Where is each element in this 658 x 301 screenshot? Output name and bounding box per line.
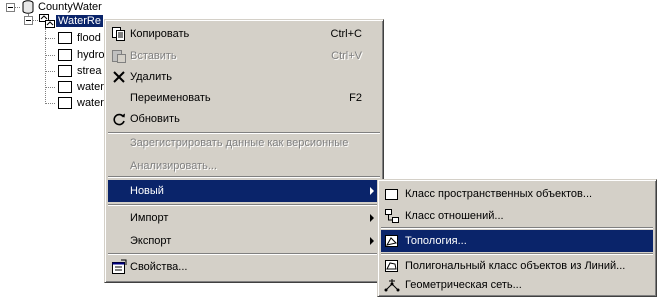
topology-icon xyxy=(384,233,400,249)
tree-item-label: flood xyxy=(77,32,101,44)
tree-item-dataset[interactable]: WaterRe xyxy=(56,13,103,29)
menu-item-label: Геометрическая сеть... xyxy=(405,279,522,291)
submenu-item-feature-class[interactable]: Класс пространственных объектов... xyxy=(381,183,653,205)
menu-item-label: Экспорт xyxy=(130,235,172,247)
menu-item-label: Класс отношений... xyxy=(405,210,504,222)
feature-class-icon xyxy=(58,81,72,93)
shortcut-label: F2 xyxy=(349,92,362,104)
copy-icon xyxy=(111,26,127,42)
tree-item-label: water xyxy=(77,97,104,109)
tree-item-label: water xyxy=(77,81,104,93)
tree-connector xyxy=(45,71,55,72)
tree-item-child[interactable]: water xyxy=(77,79,104,95)
menu-item-delete[interactable]: Удалить xyxy=(108,66,380,88)
line-feature-icon xyxy=(58,65,72,77)
menu-item-new[interactable]: Новый xyxy=(108,180,380,202)
submenu-item-relationship-class[interactable]: Класс отношений... xyxy=(381,205,653,227)
menu-item-label: Переименовать xyxy=(130,92,211,104)
properties-icon xyxy=(111,259,127,275)
submenu-new: Класс пространственных объектов... Класс… xyxy=(377,179,657,297)
shortcut-label: Ctrl+C xyxy=(330,28,362,40)
tree-connector xyxy=(45,28,46,104)
menu-item-label: Обновить xyxy=(130,113,180,125)
menu-item-label: Импорт xyxy=(130,212,169,224)
tree-item-label: hydro xyxy=(77,49,105,61)
polygon-from-lines-icon xyxy=(384,258,400,274)
menu-item-label: Топология... xyxy=(405,235,467,247)
tree-connector xyxy=(45,55,55,56)
menu-item-properties[interactable]: Свойства... xyxy=(108,256,380,278)
paste-icon xyxy=(111,48,127,64)
refresh-icon xyxy=(111,111,127,127)
relationship-class-icon xyxy=(384,208,400,224)
menu-item-label: Новый xyxy=(130,185,164,197)
submenu-arrow-icon xyxy=(370,187,374,195)
menu-item-label: Свойства... xyxy=(130,261,188,273)
menu-item-import[interactable]: Импорт xyxy=(108,207,380,229)
tree-item-child[interactable]: hydro xyxy=(77,47,105,63)
menu-item-label: Анализировать... xyxy=(130,160,218,172)
menu-item-label: Копировать xyxy=(130,28,190,40)
tree-item-child[interactable]: strea xyxy=(77,63,101,79)
menu-item-label: Класс пространственных объектов... xyxy=(405,188,593,200)
menu-separator xyxy=(108,176,380,178)
menu-item-paste[interactable]: Вставить Ctrl+V xyxy=(108,45,380,67)
tree-item-label: CountyWater xyxy=(38,1,102,13)
dataset-collapse-toggle[interactable] xyxy=(24,16,33,25)
menu-item-label: Вставить xyxy=(130,50,177,62)
menu-item-register-versioned[interactable]: Зарегистрировать данные как версионные xyxy=(108,132,380,154)
tree-connector xyxy=(45,103,55,104)
tree-connector xyxy=(45,38,55,39)
database-icon xyxy=(22,0,34,14)
submenu-arrow-icon xyxy=(370,237,374,245)
menu-item-label: Зарегистрировать данные как версионные xyxy=(130,137,349,149)
tree-connector xyxy=(15,7,20,8)
menu-item-export[interactable]: Экспорт xyxy=(108,230,380,252)
geometric-network-icon xyxy=(384,277,400,293)
root-collapse-toggle[interactable] xyxy=(6,3,15,12)
menu-item-copy[interactable]: Копировать Ctrl+C xyxy=(108,23,380,45)
tree-connector xyxy=(45,87,55,88)
tree-item-label: strea xyxy=(77,65,102,77)
shortcut-label: Ctrl+V xyxy=(331,50,362,62)
menu-separator xyxy=(381,227,653,229)
tree-item-child[interactable]: flood xyxy=(77,30,101,46)
feature-class-icon xyxy=(384,186,400,202)
feature-dataset-icon xyxy=(39,14,55,28)
menu-item-rename[interactable]: Переименовать F2 xyxy=(108,87,380,109)
feature-class-icon xyxy=(58,97,72,109)
submenu-item-geometric-network[interactable]: Геометрическая сеть... xyxy=(381,274,653,296)
tree-item-child[interactable]: water xyxy=(77,95,104,111)
menu-item-refresh[interactable]: Обновить xyxy=(108,108,380,130)
point-feature-icon xyxy=(58,49,72,61)
menu-item-analyze[interactable]: Анализировать... xyxy=(108,155,380,177)
submenu-item-topology[interactable]: Топология... xyxy=(381,230,653,252)
feature-class-icon xyxy=(58,32,72,44)
submenu-arrow-icon xyxy=(370,214,374,222)
delete-icon xyxy=(111,69,127,85)
menu-separator xyxy=(108,253,380,255)
menu-separator xyxy=(108,204,380,206)
tree-connector xyxy=(33,20,38,21)
tree-item-label: WaterRe xyxy=(56,15,103,27)
menu-item-label: Удалить xyxy=(130,71,172,83)
context-menu: Копировать Ctrl+C Вставить Ctrl+V Удалит… xyxy=(104,19,384,283)
